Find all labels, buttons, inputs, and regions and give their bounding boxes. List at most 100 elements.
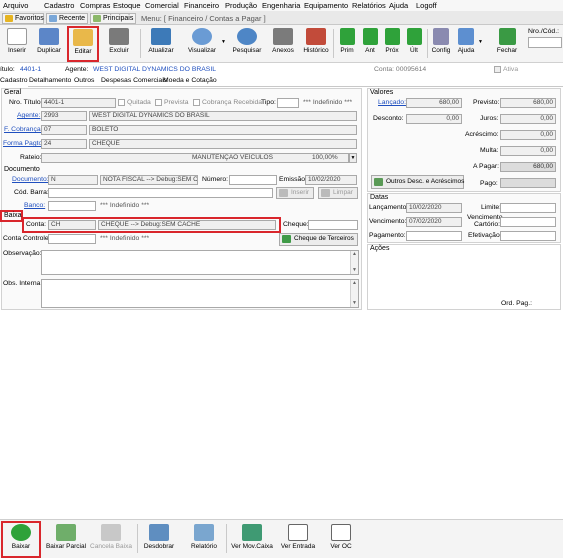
- desconto-input[interactable]: 0,00: [406, 114, 462, 124]
- documento-code-input[interactable]: N: [48, 175, 98, 185]
- efetivacao-input[interactable]: [500, 231, 556, 241]
- ativa-checkbox[interactable]: [494, 66, 501, 73]
- rateio-select[interactable]: MANUTENÇÃO VEÍCULOS 100,00%: [41, 153, 349, 163]
- atualizar-button[interactable]: Atualizar: [145, 27, 177, 60]
- scroll-down-icon[interactable]: ▼: [352, 268, 357, 273]
- multa-input[interactable]: 0,00: [500, 146, 556, 156]
- tab-principais[interactable]: Principais: [90, 13, 136, 24]
- venc-cartorio-label-line1: Vencimento: [467, 214, 503, 221]
- menu-compras[interactable]: Compras: [80, 1, 110, 10]
- historico-button[interactable]: Histórico: [300, 27, 332, 60]
- emissao-input[interactable]: 10/02/2020: [305, 175, 357, 185]
- menu-comercial[interactable]: Comercial: [145, 1, 179, 10]
- numero-input[interactable]: [229, 175, 277, 185]
- menu-ajuda[interactable]: Ajuda: [389, 1, 408, 10]
- menu-engenharia[interactable]: Engenharia: [262, 1, 300, 10]
- banco-link[interactable]: Banco:: [24, 202, 45, 209]
- previsto-input[interactable]: 680,00: [500, 98, 556, 108]
- tab-recente[interactable]: Recente: [46, 13, 88, 24]
- menu-relatorios[interactable]: Relatórios: [352, 1, 386, 10]
- relatorio-button[interactable]: Relatório: [186, 523, 222, 556]
- lancamento-input[interactable]: 10/02/2020: [406, 203, 462, 213]
- tab-favoritos[interactable]: Favoritos: [2, 13, 44, 24]
- emissao-label: Emissão:: [279, 176, 307, 183]
- ver-entrada-button[interactable]: Ver Entrada: [278, 523, 318, 556]
- obs-interna-scrollbar[interactable]: ▲ ▼: [350, 280, 358, 307]
- pagamento-input[interactable]: [406, 231, 462, 241]
- quitada-checkbox[interactable]: [118, 99, 125, 106]
- cobranca-recebida-checkbox[interactable]: [193, 99, 200, 106]
- tab-cadastro[interactable]: Cadastro: [0, 77, 28, 87]
- conta-code-input[interactable]: CH: [48, 220, 96, 230]
- menu-financeiro[interactable]: Financeiro: [184, 1, 219, 10]
- outros-desc-acrescimos-button[interactable]: Outros Desc. e Acréscimos: [371, 175, 464, 189]
- menu-equipamento[interactable]: Equipamento: [304, 1, 348, 10]
- forma-cobranca-code-input[interactable]: 07: [41, 125, 87, 135]
- fechar-button[interactable]: Fechar: [494, 27, 520, 60]
- observacao-label: Observação:: [3, 250, 42, 257]
- ajuda-button[interactable]: Ajuda: [455, 27, 477, 60]
- menu-estoque[interactable]: Estoque: [113, 1, 141, 10]
- nro-cod-input[interactable]: [528, 37, 562, 48]
- limpar-codbarra-button[interactable]: Limpar: [318, 187, 358, 199]
- rateio-dropdown-icon[interactable]: ▼: [349, 153, 357, 163]
- menu-logoff[interactable]: Logoff: [416, 1, 437, 10]
- cheque-terceiros-button[interactable]: Cheque de Terceiros: [279, 233, 358, 246]
- paperclip-icon: [273, 28, 293, 45]
- config-button[interactable]: Config: [429, 27, 453, 60]
- inserir-button[interactable]: Inserir: [1, 27, 33, 60]
- baixar-button[interactable]: Baixar: [1, 521, 41, 558]
- agente-code-input[interactable]: 2993: [41, 111, 87, 121]
- baixar-parcial-button[interactable]: Baixar Parcial: [45, 523, 87, 556]
- menu-producao[interactable]: Produção: [225, 1, 257, 10]
- editar-button[interactable]: Editar: [67, 26, 99, 62]
- cheque-input[interactable]: [308, 220, 358, 230]
- duplicar-button[interactable]: Duplicar: [33, 27, 65, 60]
- visualizar-button[interactable]: Visualizar: [184, 27, 220, 60]
- menu-arquivo[interactable]: Arquivo: [3, 1, 28, 10]
- cancela-baixa-button[interactable]: Cancela Baixa: [89, 523, 133, 556]
- tab-detalhamento[interactable]: Detalhamento: [29, 77, 71, 87]
- documento-link[interactable]: Documento:: [12, 176, 49, 183]
- tipo-input[interactable]: [277, 98, 299, 108]
- banco-code-input[interactable]: [48, 201, 96, 211]
- ult-button[interactable]: Últ: [402, 27, 426, 60]
- pesquisar-button[interactable]: Pesquisar: [229, 27, 265, 60]
- ver-mov-caixa-button[interactable]: Ver Mov.Caixa: [229, 523, 275, 556]
- visualizar-dropdown-icon[interactable]: ▼: [221, 39, 226, 45]
- prox-button[interactable]: Próx: [380, 27, 404, 60]
- menu-cadastro[interactable]: Cadastro: [44, 1, 74, 10]
- scroll-down-icon[interactable]: ▼: [352, 301, 357, 306]
- ajuda-dropdown-icon[interactable]: ▼: [478, 39, 483, 45]
- acrescimo-input[interactable]: 0,00: [500, 130, 556, 140]
- scroll-up-icon[interactable]: ▲: [352, 281, 357, 286]
- cod-barra-input[interactable]: [48, 188, 273, 198]
- vencimento-input[interactable]: 07/02/2020: [406, 217, 462, 227]
- forma-pagto-code-input[interactable]: 24: [41, 139, 87, 149]
- tab-despesas-comerciais[interactable]: Despesas Comerciais: [101, 77, 167, 87]
- forma-cobranca-link[interactable]: F. Cobrança:: [4, 126, 43, 133]
- venc-cartorio-input[interactable]: [500, 217, 556, 227]
- forma-pagto-link[interactable]: Forma Pagto:: [3, 140, 44, 147]
- ver-oc-button[interactable]: Ver OC: [325, 523, 357, 556]
- prim-button[interactable]: Prim: [335, 27, 359, 60]
- anexos-button[interactable]: Anexos: [267, 27, 299, 60]
- desdobrar-button[interactable]: Desdobrar: [141, 523, 177, 556]
- lancado-input[interactable]: 680,00: [406, 98, 462, 108]
- prevista-checkbox[interactable]: [155, 99, 162, 106]
- juros-input[interactable]: 0,00: [500, 114, 556, 124]
- tab-moeda-cotacao[interactable]: Moeda e Cotação: [163, 77, 217, 87]
- excluir-button[interactable]: Excluir: [103, 27, 135, 60]
- scroll-up-icon[interactable]: ▲: [352, 252, 357, 257]
- limite-input[interactable]: [500, 203, 556, 213]
- obs-interna-textarea[interactable]: ▲ ▼: [41, 279, 359, 308]
- ant-button[interactable]: Ant: [358, 27, 382, 60]
- tab-outros[interactable]: Outros: [74, 77, 94, 87]
- agente-link[interactable]: Agente:: [17, 112, 40, 119]
- inserir-codbarra-button[interactable]: Inserir: [276, 187, 314, 199]
- conta-controle-input[interactable]: [48, 234, 96, 244]
- lancado-link[interactable]: Lançado:: [378, 99, 406, 106]
- nro-titulo-input[interactable]: 4401-1: [41, 98, 116, 108]
- observacao-textarea[interactable]: ▲ ▼: [41, 250, 359, 275]
- observacao-scrollbar[interactable]: ▲ ▼: [350, 251, 358, 274]
